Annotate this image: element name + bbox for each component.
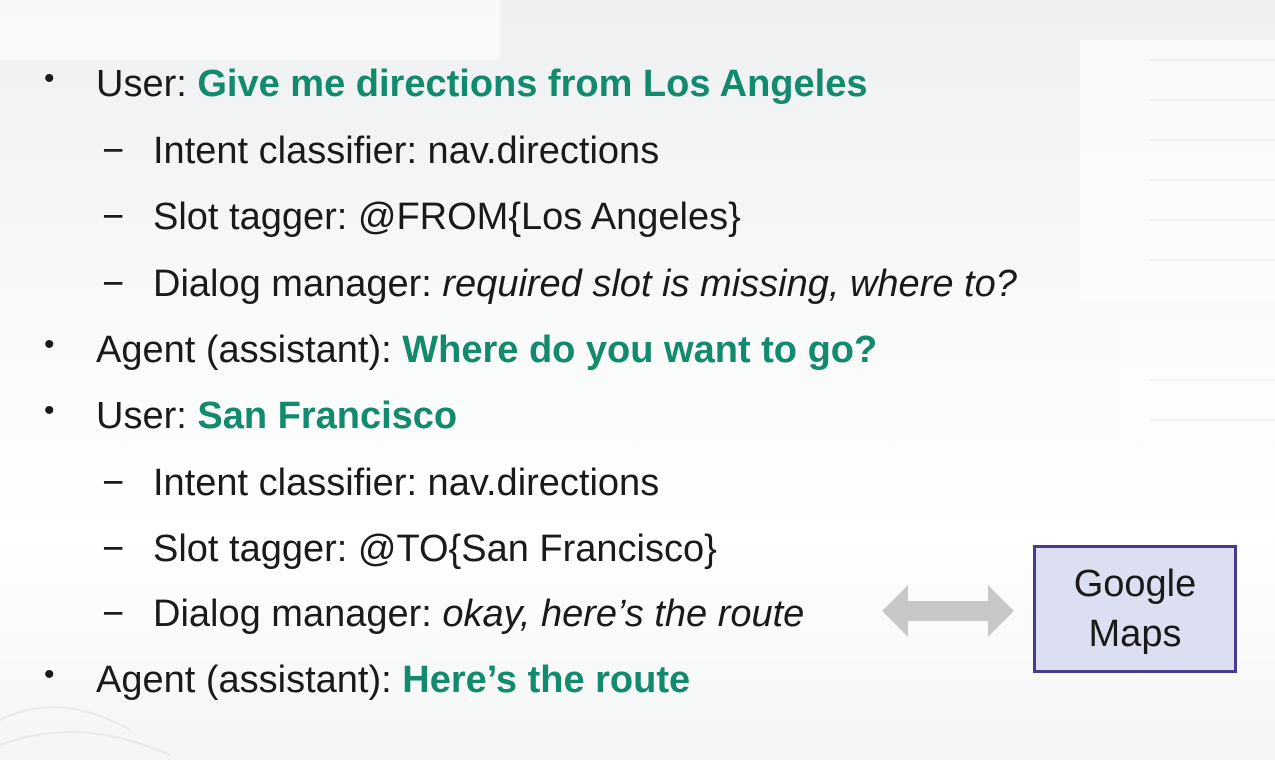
- sub-intent-classifier-2: Intent classifier: nav.directions: [153, 460, 659, 506]
- sub-dialog-manager-2: Dialog manager: okay, here’s the route: [153, 591, 804, 637]
- sub-italic-text: okay, here’s the route: [442, 593, 805, 635]
- dash-marker: −: [102, 593, 125, 635]
- google-maps-box: Google Maps: [1033, 545, 1237, 673]
- maps-box-line1: Google: [1073, 563, 1197, 605]
- bullet-user-answer: User: San Francisco: [96, 393, 457, 439]
- bullet-emphasis: Give me directions from Los Angeles: [197, 63, 868, 105]
- dash-marker: −: [102, 263, 125, 305]
- sub-text: Slot tagger: @FROM{Los Angeles}: [153, 196, 741, 238]
- sub-italic-text: required slot is missing, where to?: [442, 263, 1017, 305]
- bullet-emphasis: Where do you want to go?: [402, 329, 878, 371]
- dash-marker: −: [102, 528, 125, 570]
- bullet-prefix: Agent (assistant):: [96, 659, 403, 701]
- sub-slot-tagger-2: Slot tagger: @TO{San Francisco}: [153, 526, 717, 572]
- bullet-agent-route: Agent (assistant): Here’s the route: [96, 657, 690, 703]
- sub-dialog-manager-1: Dialog manager: required slot is missing…: [153, 261, 1017, 307]
- sub-slot-tagger-1: Slot tagger: @FROM{Los Angeles}: [153, 194, 741, 240]
- dash-marker: −: [102, 196, 125, 238]
- bullet-emphasis: San Francisco: [197, 395, 458, 437]
- bullet-marker: •: [44, 394, 55, 427]
- sub-text: Dialog manager:: [153, 593, 443, 635]
- slide-content: • User: Give me directions from Los Ange…: [0, 0, 1275, 760]
- sub-intent-classifier-1: Intent classifier: nav.directions: [153, 128, 659, 174]
- bullet-prefix: User:: [96, 63, 198, 105]
- bullet-marker: •: [44, 62, 55, 95]
- sub-text: Intent classifier: nav.directions: [153, 130, 660, 172]
- sub-text: Dialog manager:: [153, 263, 443, 305]
- bullet-agent-question: Agent (assistant): Where do you want to …: [96, 327, 877, 373]
- bullet-prefix: User:: [96, 395, 198, 437]
- double-arrow-icon: [882, 585, 1014, 637]
- maps-box-line2: Maps: [1088, 613, 1182, 655]
- bullet-prefix: Agent (assistant):: [96, 329, 403, 371]
- sub-text: Slot tagger: @TO{San Francisco}: [153, 528, 717, 570]
- dash-marker: −: [102, 130, 125, 172]
- bullet-marker: •: [44, 328, 55, 361]
- sub-text: Intent classifier: nav.directions: [153, 462, 660, 504]
- bullet-user-request: User: Give me directions from Los Angele…: [96, 61, 867, 107]
- bullet-marker: •: [44, 658, 55, 691]
- dash-marker: −: [102, 462, 125, 504]
- bullet-emphasis: Here’s the route: [402, 659, 691, 701]
